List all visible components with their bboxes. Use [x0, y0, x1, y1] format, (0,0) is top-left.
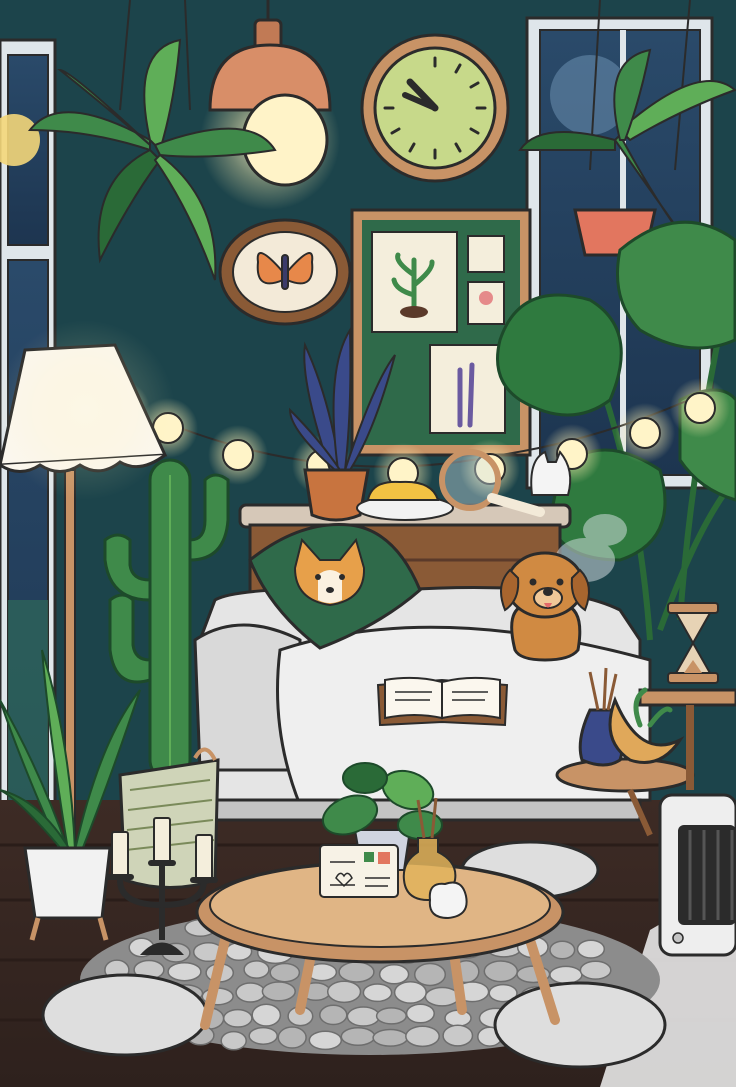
space-heater[interactable]	[658, 793, 736, 957]
rug-pebble	[220, 1030, 247, 1051]
light-bulb[interactable]	[684, 392, 716, 424]
rug-pebble	[362, 983, 393, 1003]
rug-pebble	[405, 1025, 440, 1048]
rug-pebble	[378, 964, 410, 985]
rug-pebble	[372, 1028, 409, 1047]
butterfly-frame[interactable]	[218, 218, 352, 326]
rug-pebble	[549, 940, 576, 960]
rug-pebble	[319, 1004, 348, 1026]
rug-pebble	[405, 1003, 435, 1024]
floor-lamp-glow	[0, 320, 175, 500]
crumpled-paper[interactable]	[428, 881, 468, 920]
rug-pebble	[222, 1008, 253, 1028]
rug-pebble	[393, 980, 427, 1004]
room-scene	[0, 0, 736, 1087]
rug-pebble	[243, 960, 270, 979]
wall-clock[interactable]	[360, 33, 510, 183]
light-bulb[interactable]	[222, 439, 254, 471]
rug-pebble	[483, 960, 519, 983]
rug-pebble	[308, 1030, 343, 1051]
rug-pebble	[413, 962, 447, 987]
open-book[interactable]	[376, 676, 509, 727]
light-bulb[interactable]	[629, 417, 661, 449]
rug-pebble	[251, 1003, 282, 1027]
rug-pebble	[576, 939, 606, 959]
rug-pebble	[235, 982, 266, 1003]
floor-cushion-left[interactable]	[41, 973, 209, 1057]
rug-pebble	[338, 961, 375, 983]
rug-pebble	[442, 1024, 474, 1047]
rug-pebble	[340, 1026, 376, 1047]
rug-pebble	[261, 981, 296, 1002]
butterfly-icon	[256, 252, 314, 290]
postcard[interactable]	[319, 844, 399, 898]
floor-cushion-right[interactable]	[493, 981, 667, 1069]
rug-pebble	[326, 980, 362, 1004]
rug-pebble	[269, 962, 301, 983]
rug-pebble	[346, 1006, 381, 1027]
rug-pebble	[248, 1026, 278, 1045]
rug-pebble	[375, 1007, 407, 1025]
rug-pebble	[277, 1026, 307, 1049]
rug-pebble	[167, 961, 202, 982]
rug-pebble	[549, 965, 583, 985]
rug-pebble	[424, 986, 460, 1007]
rug-pebble	[579, 960, 612, 980]
